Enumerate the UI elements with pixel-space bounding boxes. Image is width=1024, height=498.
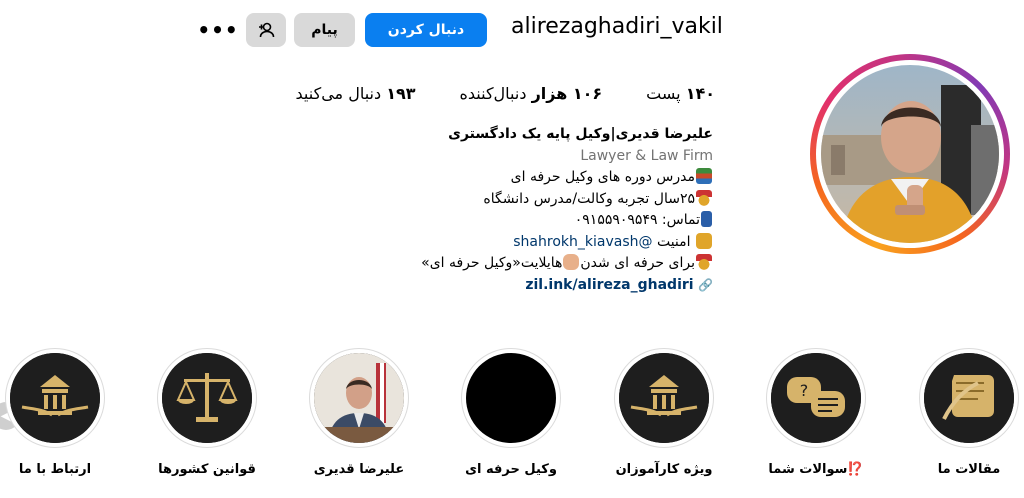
highlight-label: مقالات ما xyxy=(937,462,1001,477)
medal-icon xyxy=(696,189,712,206)
link-icon: 🔗 xyxy=(698,277,713,292)
highlight-label: ویژه کارآموزان xyxy=(615,462,713,477)
bio-line-2: ۲۵سال تجربه وکالت/مدرس دانشگاه xyxy=(293,189,713,211)
black-circle xyxy=(466,353,556,443)
medal-icon xyxy=(696,254,712,270)
more-icon: ••• xyxy=(197,18,239,42)
bio-line-3: تماس: ۰۹۱۵۵۹۰۹۵۴۹ xyxy=(293,210,713,232)
highlight-label: قوانین کشورها xyxy=(158,462,256,477)
posts-count: ۱۴۰ پست xyxy=(646,84,715,103)
person-add-icon xyxy=(259,22,275,38)
locked-with-key-icon xyxy=(696,232,712,249)
highlight-label: علیرضا قدیری xyxy=(313,462,405,477)
more-options-button[interactable]: ••• xyxy=(197,13,239,47)
avatar-photo xyxy=(821,65,999,243)
highlight-item[interactable]: مقالات ما xyxy=(917,348,1021,477)
speech-bubbles-icon: ? xyxy=(771,353,861,443)
law-emblem-icon xyxy=(10,353,100,443)
bio-external-link[interactable]: zil.ink/alireza_ghadiri xyxy=(525,277,693,293)
profile-bio: علیرضا قدیری|وکیل پایه یک دادگستری Lawye… xyxy=(293,124,713,296)
highlight-item[interactable]: قوانین کشورها xyxy=(155,348,259,477)
following-count[interactable]: ۱۹۳ دنبال می‌کنید xyxy=(296,84,416,106)
scales-icon xyxy=(162,353,252,443)
highlight-label: وکیل حرفه ای xyxy=(465,462,557,477)
books-icon xyxy=(696,168,712,184)
highlight-item[interactable]: وکیل حرفه ای xyxy=(459,348,563,477)
highlight-item[interactable]: ? ⁉️سوالات شما xyxy=(764,348,868,477)
highlight-item[interactable]: ارتباط با ما xyxy=(3,348,107,477)
law-emblem-icon xyxy=(619,353,709,443)
message-button[interactable]: پیام xyxy=(294,13,355,47)
profile-stats: ۱۴۰ پست ۱۰۶ هزار دنبال‌کننده ۱۹۳ دنبال م… xyxy=(255,84,715,106)
highlight-label: ⁉️سوالات شما xyxy=(768,462,864,477)
profile-avatar[interactable] xyxy=(810,54,1010,254)
profile-category: Lawyer & Law Firm xyxy=(580,147,713,164)
bio-link-row: 🔗 zil.ink/alireza_ghadiri xyxy=(293,275,713,297)
bio-line-5: برای حرفه ای شدنهایلایت«وکیل حرفه ای» xyxy=(293,253,713,275)
followers-count[interactable]: ۱۰۶ هزار دنبال‌کننده xyxy=(460,84,603,106)
highlight-label: ارتباط با ما xyxy=(18,462,92,477)
profile-username: alirezaghadiri_vakil xyxy=(511,14,723,39)
bio-line-1: مدرس دوره های وکیل حرفه ای xyxy=(293,167,713,189)
highlight-item[interactable]: علیرضا قدیری xyxy=(307,348,411,477)
profile-full-name: علیرضا قدیری|وکیل پایه یک دادگستری xyxy=(448,126,713,142)
phone-icon xyxy=(701,211,712,227)
svg-text:?: ? xyxy=(800,381,809,400)
bio-mention[interactable]: @shahrokh_kiavash xyxy=(513,234,652,250)
bio-line-4: امنیت @shahrokh_kiavash xyxy=(293,232,713,254)
scroll-icon xyxy=(924,353,1014,443)
suggest-users-button[interactable] xyxy=(246,13,286,47)
portrait-photo xyxy=(314,353,404,443)
pointing-hand-icon xyxy=(563,254,580,270)
highlight-item[interactable]: ویژه کارآموزان xyxy=(612,348,716,477)
follow-button[interactable]: دنبال کردن xyxy=(365,13,487,47)
